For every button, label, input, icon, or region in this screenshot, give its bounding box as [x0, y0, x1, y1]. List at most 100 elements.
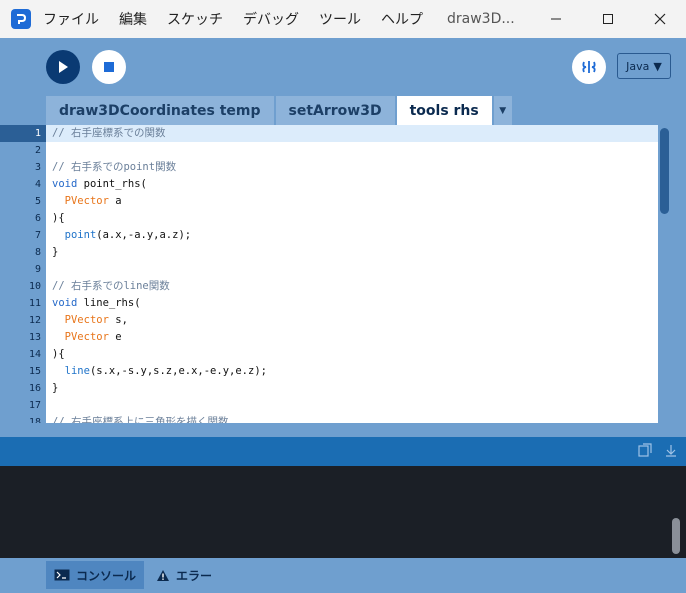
code-line[interactable]: // 右手座標系での関数 [46, 125, 658, 142]
line-number: 5 [34, 196, 41, 207]
code-line[interactable] [46, 261, 658, 278]
line-number: 1 [0, 125, 46, 142]
tab-draw3dcoordinates-temp[interactable]: draw3DCoordinates temp [46, 96, 274, 125]
code-line[interactable] [46, 142, 658, 159]
code-line[interactable]: PVector s, [46, 312, 658, 329]
code-token: PVector [64, 195, 109, 207]
code-token: void [52, 297, 78, 309]
code-token: PVector [64, 331, 109, 343]
window-title: draw3D... [447, 11, 515, 27]
line-number: 6 [34, 213, 41, 224]
line-number-gutter: 1 2 3 4 5 6 7 8 9 10 11 12 13 14 15 16 17 18 [0, 125, 46, 423]
minimize-button[interactable] [530, 0, 582, 38]
console-tab[interactable]: コンソール [46, 561, 145, 589]
menu-edit[interactable]: 編集 [119, 9, 147, 29]
line-number: 4 [34, 179, 41, 190]
line-number: 13 [28, 332, 41, 343]
line-number: 17 [28, 400, 41, 411]
code-line[interactable] [46, 397, 658, 414]
code-token: // 右手座標系上に三角形を描く関数 [52, 416, 229, 423]
code-line[interactable]: // 右手座標系上に三角形を描く関数 [46, 414, 658, 423]
code-token: } [52, 246, 59, 258]
line-number: 8 [34, 247, 41, 258]
code-token: point_rhs( [77, 178, 147, 190]
code-token: // 右手系でのline関数 [52, 280, 170, 292]
code-token: s, [108, 314, 128, 326]
code-line[interactable]: point(a.x,-a.y,a.z); [46, 227, 658, 244]
window-controls [530, 0, 686, 38]
code-line[interactable]: void point_rhs( [46, 176, 658, 193]
errors-tab-label: エラー [176, 568, 213, 583]
code-token: // 右手座標系での関数 [52, 127, 166, 139]
code-line[interactable]: line(s.x,-s.y,s.z,e.x,-e.y,e.z); [46, 363, 658, 380]
code-token: line [64, 365, 90, 377]
menu-debug[interactable]: デバッグ [243, 9, 299, 29]
code-token: (s.x,-s.y,s.z,e.x,-e.y,e.z); [89, 365, 267, 377]
warning-icon [157, 569, 169, 581]
menu-sketch[interactable]: スケッチ [167, 9, 223, 29]
console-scrollbar-thumb[interactable] [672, 518, 680, 554]
code-line[interactable]: PVector e [46, 329, 658, 346]
scroll-down-icon[interactable] [664, 443, 678, 457]
code-line[interactable]: ){ [46, 346, 658, 363]
line-number: 11 [28, 298, 41, 309]
run-button[interactable] [46, 50, 80, 84]
processing-logo-icon [11, 9, 31, 29]
code-line[interactable]: PVector a [46, 193, 658, 210]
toolbar: Java ▼ [0, 38, 686, 96]
copy-console-icon[interactable] [638, 443, 652, 457]
play-icon [59, 61, 68, 73]
stop-icon [104, 62, 114, 72]
code-line[interactable]: // 右手系でのline関数 [46, 278, 658, 295]
sketch-tabs: draw3DCoordinates temp setArrow3D tools … [46, 96, 512, 125]
code-line[interactable]: } [46, 380, 658, 397]
chevron-down-icon: ▼ [653, 59, 662, 73]
mode-selector[interactable]: Java ▼ [617, 53, 671, 79]
code-token: (a.x,-a.y,a.z); [96, 229, 192, 241]
processing-window: ファイル 編集 スケッチ デバッグ ツール ヘルプ draw3D... Java… [0, 0, 686, 593]
editor-scrollbar-thumb[interactable] [660, 128, 669, 214]
line-number: 3 [34, 162, 41, 173]
console-panel[interactable] [0, 466, 686, 558]
title-bar: ファイル 編集 スケッチ デバッグ ツール ヘルプ draw3D... [0, 0, 686, 38]
console-tab-label: コンソール [76, 568, 137, 583]
status-bar [0, 437, 686, 466]
debugger-button[interactable] [572, 50, 606, 84]
menu-help[interactable]: ヘルプ [381, 9, 423, 29]
maximize-icon [603, 14, 613, 24]
code-line[interactable]: void line_rhs( [46, 295, 658, 312]
code-token: ){ [52, 212, 65, 224]
menu-file[interactable]: ファイル [43, 9, 99, 29]
errors-tab[interactable]: エラー [148, 561, 220, 589]
code-token: a [108, 195, 122, 207]
menu-tools[interactable]: ツール [319, 9, 361, 29]
tab-tools-rhs[interactable]: tools rhs [396, 96, 492, 125]
line-number: 7 [34, 230, 41, 241]
code-token: e [108, 331, 122, 343]
line-number: 2 [34, 145, 41, 156]
code-token: void [52, 178, 78, 190]
code-line[interactable]: } [46, 244, 658, 261]
maximize-button[interactable] [582, 0, 634, 38]
code-area[interactable]: // 右手座標系での関数 // 右手系でのpoint関数 void point_rh… [46, 125, 658, 423]
code-token: point [64, 229, 97, 241]
close-button[interactable] [634, 0, 686, 38]
tab-setarrow3d[interactable]: setArrow3D [275, 96, 395, 125]
code-token: ){ [52, 348, 65, 360]
stop-button[interactable] [92, 50, 126, 84]
code-line[interactable]: // 右手系でのpoint関数 [46, 159, 658, 176]
code-line[interactable]: ){ [46, 210, 658, 227]
close-icon [654, 13, 666, 25]
butterfly-icon [582, 61, 596, 73]
line-number: 9 [34, 264, 41, 275]
line-number: 12 [28, 315, 41, 326]
line-number: 15 [28, 366, 41, 377]
code-editor[interactable]: 1 2 3 4 5 6 7 8 9 10 11 12 13 14 15 16 17 18 // 右手座標系での関数… [0, 125, 672, 423]
tab-menu-chevron-icon[interactable]: ▼ [493, 96, 512, 125]
line-number: 16 [28, 383, 41, 394]
code-token: // 右手系でのpoint関数 [52, 161, 177, 173]
